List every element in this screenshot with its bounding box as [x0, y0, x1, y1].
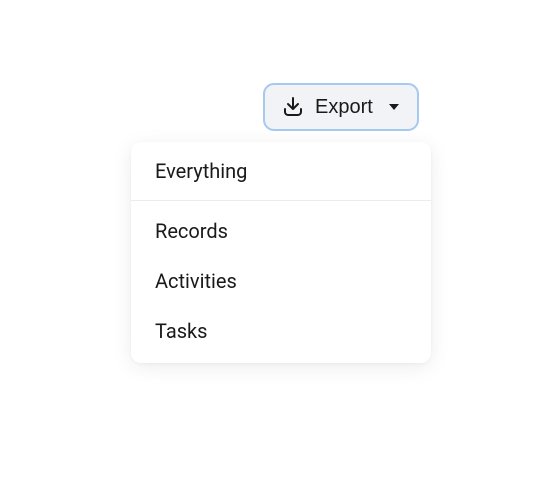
menu-item-everything[interactable]: Everything	[131, 142, 431, 200]
export-dropdown-menu: Everything Records Activities Tasks	[131, 142, 431, 363]
chevron-down-icon	[387, 100, 401, 114]
menu-item-label: Tasks	[155, 319, 208, 343]
menu-item-records[interactable]: Records	[131, 201, 431, 256]
menu-item-activities[interactable]: Activities	[131, 256, 431, 306]
menu-item-tasks[interactable]: Tasks	[131, 306, 431, 363]
export-button[interactable]: Export	[263, 83, 419, 131]
menu-item-label: Records	[155, 219, 228, 243]
export-button-label: Export	[315, 96, 373, 119]
download-icon	[281, 95, 305, 119]
menu-item-label: Activities	[155, 269, 237, 293]
menu-item-label: Everything	[155, 159, 247, 183]
